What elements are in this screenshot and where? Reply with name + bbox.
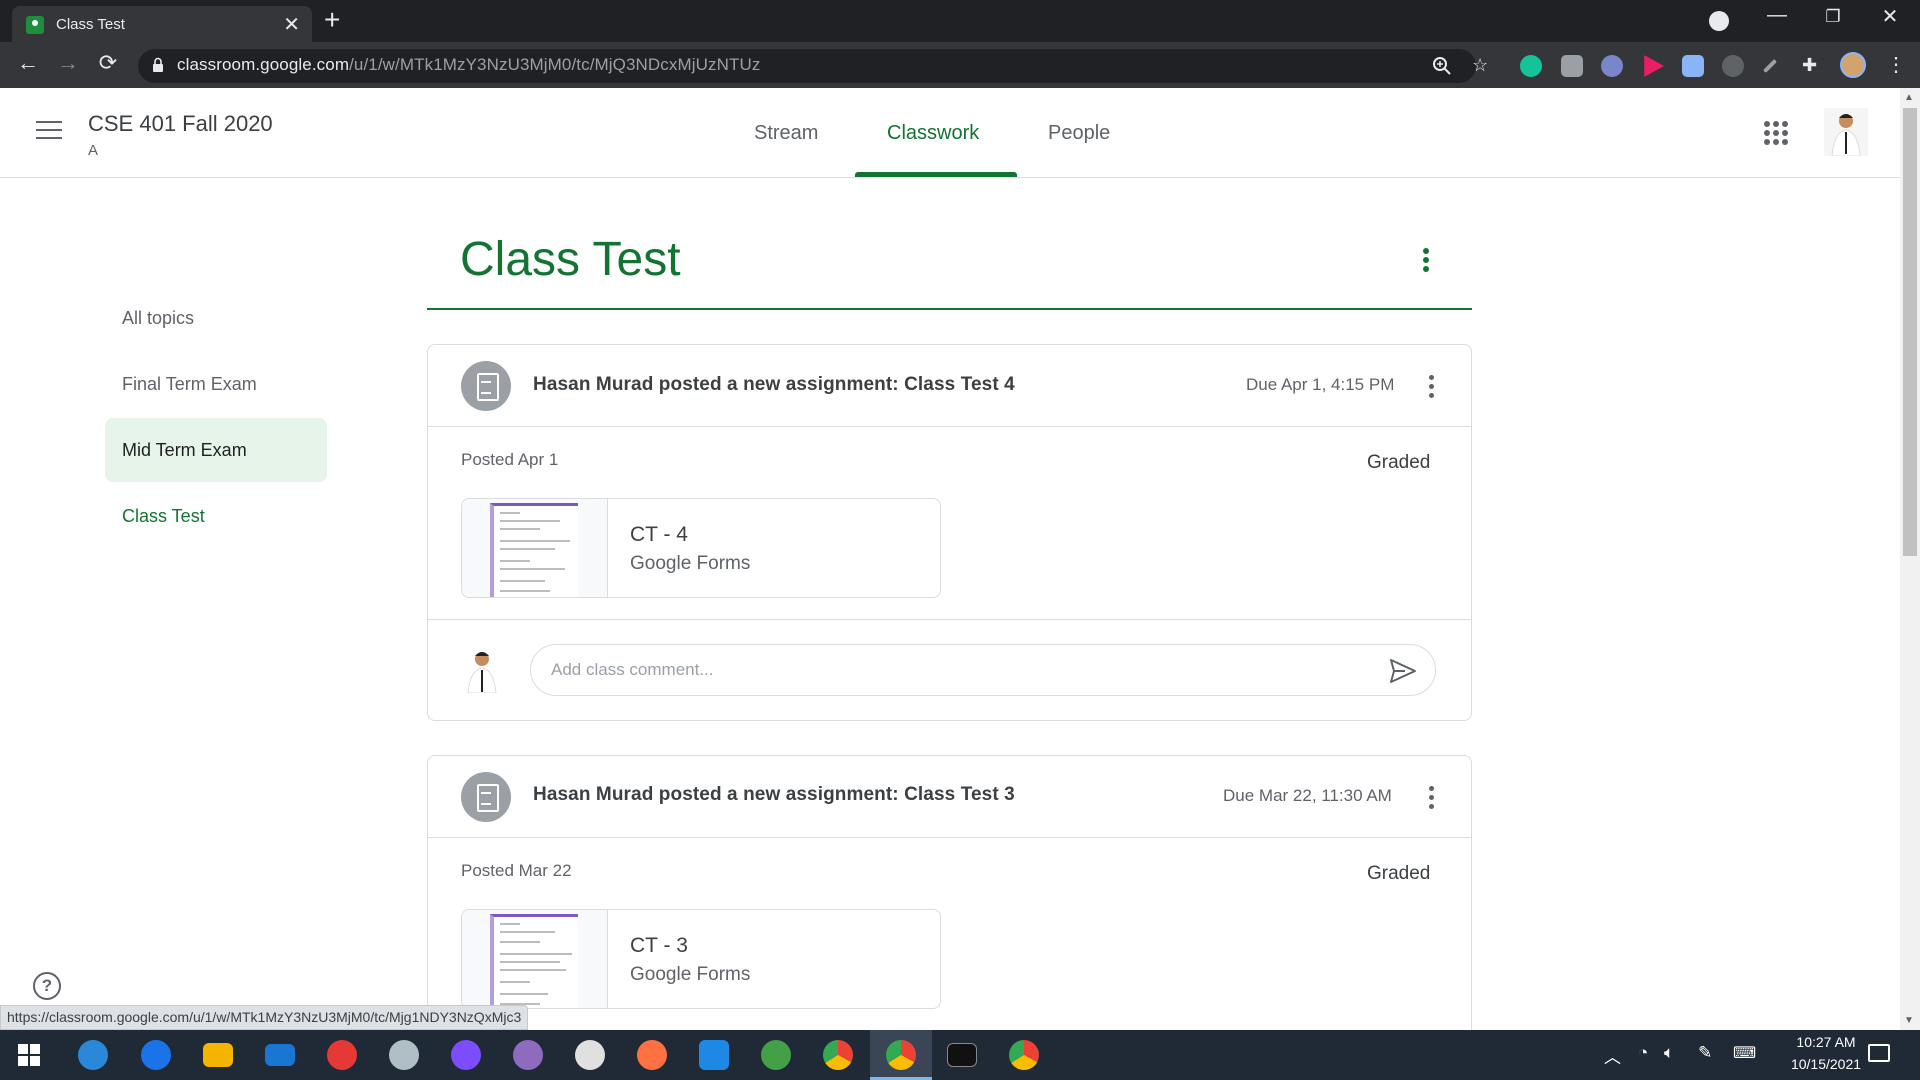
taskbar-chrome-icon[interactable] [823, 1040, 853, 1070]
class-section: A [88, 142, 99, 159]
posted-date: Posted Apr 1 [461, 450, 559, 469]
active-tab-indicator [855, 172, 1017, 177]
vpn-extension-icon[interactable] [1601, 55, 1623, 77]
tab-classwork[interactable]: Classwork [887, 122, 979, 145]
browser-tab[interactable]: Class Test ✕ [12, 6, 312, 42]
help-icon[interactable]: ? [33, 972, 61, 1000]
tab-title: Class Test [56, 16, 125, 33]
volume-icon[interactable]: 🔈︎ [1664, 1043, 1674, 1063]
assignment-more-options-icon[interactable] [1429, 375, 1435, 399]
topic-final-term-exam[interactable]: Final Term Exam [105, 352, 327, 416]
chrome-menu-icon[interactable]: ⋮ [1886, 52, 1906, 77]
taskbar-chrome-active-icon[interactable] [886, 1040, 916, 1070]
attachment-title: CT - 4 [630, 523, 688, 546]
topic-all-topics[interactable]: All topics [105, 286, 327, 350]
windows-start-icon[interactable] [18, 1044, 40, 1066]
tab-close-icon[interactable]: ✕ [283, 12, 300, 37]
window-close-icon[interactable]: ✕ [1860, 4, 1920, 29]
taskbar-chrome-profile-icon[interactable] [1009, 1040, 1039, 1070]
tab-people[interactable]: People [1048, 122, 1110, 145]
grammarly-extension-icon[interactable] [1520, 55, 1542, 77]
topic-divider [427, 308, 1472, 310]
class-name[interactable]: CSE 401 Fall 2020 [88, 111, 273, 137]
url-text[interactable]: classroom.google.com/u/1/w/MTk1MzY3NzU3M… [177, 55, 760, 75]
form-thumbnail [462, 499, 608, 597]
taskbar-github-icon[interactable] [513, 1040, 543, 1070]
taskbar-messenger-icon[interactable] [451, 1040, 481, 1070]
reload-icon[interactable]: ⟳ [92, 50, 124, 76]
keyboard-icon[interactable]: ⌨ [1733, 1043, 1756, 1063]
assignment-more-options-icon[interactable] [1429, 786, 1435, 810]
camera-extension-icon[interactable] [1561, 55, 1583, 77]
assignment-due-date: Due Mar 22, 11:30 AM [1223, 786, 1392, 805]
google-apps-icon[interactable] [1764, 121, 1788, 145]
grading-status: Graded [1367, 452, 1431, 473]
card-divider [428, 619, 1471, 620]
chrome-profile-avatar[interactable] [1840, 52, 1866, 78]
grading-status: Graded [1367, 863, 1431, 884]
attachment-title: CT - 3 [630, 934, 688, 957]
send-icon[interactable] [1389, 658, 1417, 684]
topic-heading: Class Test [460, 233, 681, 286]
minimize-icon[interactable]: — [1747, 4, 1807, 27]
card-divider [428, 837, 1471, 838]
topic-class-test[interactable]: Class Test [105, 484, 327, 548]
taskbar-vscode-icon[interactable] [699, 1040, 729, 1070]
taskbar-app-icon[interactable] [389, 1040, 419, 1070]
taskbar-firefox-icon[interactable] [637, 1040, 667, 1070]
taskbar-mail-icon[interactable] [265, 1044, 295, 1066]
commenter-avatar [462, 645, 502, 693]
back-arrow-icon[interactable]: ← [12, 50, 44, 76]
attachment-type: Google Forms [630, 553, 751, 574]
form-thumbnail [462, 910, 608, 1008]
url-path: /u/1/w/MTk1MzY3NzU3MjM0/tc/MjQ3NDcxMjUzN… [349, 55, 761, 74]
clock-time[interactable]: 10:27 AM [1786, 1034, 1866, 1050]
form-attachment[interactable]: CT - 3 Google Forms [461, 909, 941, 1009]
notifications-icon[interactable] [1868, 1044, 1890, 1062]
forward-arrow-icon[interactable]: → [52, 50, 84, 76]
url-host: classroom.google.com [177, 55, 350, 74]
main-menu-icon[interactable] [36, 121, 62, 141]
posted-date: Posted Mar 22 [461, 861, 572, 880]
taskbar-edge-icon[interactable] [141, 1040, 171, 1070]
assignment-icon [461, 772, 511, 822]
attachment-type: Google Forms [630, 964, 751, 985]
user-avatar[interactable] [1824, 108, 1868, 156]
download-extension-icon[interactable] [1682, 55, 1704, 77]
comment-placeholder: Add class comment... [551, 660, 714, 679]
taskbar-opera-icon[interactable] [327, 1040, 357, 1070]
pen-icon[interactable]: ✎ [1698, 1043, 1712, 1063]
taskbar-terminal-icon[interactable] [947, 1043, 977, 1067]
taskbar-app-icon[interactable] [575, 1040, 605, 1070]
form-attachment[interactable]: CT - 4 Google Forms [461, 498, 941, 598]
taskbar-app-icon[interactable] [761, 1040, 791, 1070]
scrollbar-thumb[interactable] [1903, 108, 1917, 556]
class-comment-input[interactable]: Add class comment... [530, 644, 1436, 696]
link-status-bar: https://classroom.google.com/u/1/w/MTk1M… [0, 1005, 529, 1030]
wifi-icon[interactable]: ◔ [1638, 1043, 1648, 1063]
restore-icon[interactable]: ❐ [1803, 7, 1863, 27]
assignment-title[interactable]: Hasan Murad posted a new assignment: Cla… [533, 784, 1015, 806]
zoom-icon[interactable] [1432, 56, 1452, 76]
tab-stream[interactable]: Stream [754, 122, 818, 145]
chrome-profile-download-icon[interactable] [1709, 11, 1729, 31]
taskbar-app-qb-icon[interactable] [78, 1040, 108, 1070]
clock-date[interactable]: 10/15/2021 [1776, 1056, 1876, 1072]
scroll-up-icon[interactable]: ▲ [1904, 92, 1914, 103]
tray-overflow-icon[interactable]: ︿ [1604, 1043, 1621, 1068]
assignment-title[interactable]: Hasan Murad posted a new assignment: Cla… [533, 374, 1015, 396]
topic-mid-term-exam[interactable]: Mid Term Exam [105, 418, 327, 482]
taskbar-file-explorer-icon[interactable] [203, 1043, 233, 1067]
topic-more-options-icon[interactable] [1423, 248, 1429, 272]
assignment-icon [461, 361, 511, 411]
card-divider [428, 426, 1471, 427]
classroom-favicon-icon [26, 16, 44, 34]
extensions-puzzle-icon[interactable]: ✚ [1802, 55, 1817, 76]
capture-extension-icon[interactable] [1722, 55, 1744, 77]
bookmark-star-icon[interactable]: ☆ [1472, 55, 1488, 76]
assignment-due-date: Due Apr 1, 4:15 PM [1246, 375, 1395, 394]
lock-icon [153, 57, 163, 72]
new-tab-button[interactable]: + [324, 4, 340, 36]
scroll-down-icon[interactable]: ▼ [1904, 1015, 1914, 1026]
